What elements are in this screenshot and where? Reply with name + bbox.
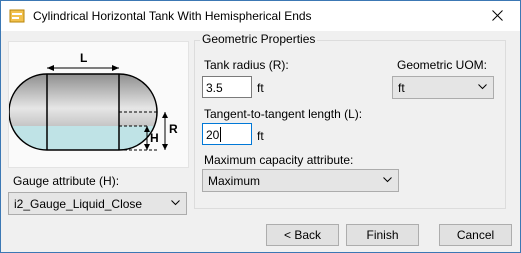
- chevron-down-icon: [383, 177, 392, 183]
- geometric-uom-label: Geometric UOM:: [397, 58, 488, 72]
- geometric-uom-value: ft: [398, 81, 405, 95]
- chevron-down-icon: [171, 200, 180, 206]
- max-capacity-label: Maximum capacity attribute:: [204, 153, 354, 167]
- gauge-attribute-select[interactable]: i2_Gauge_Liquid_Close: [8, 192, 187, 215]
- tank-diagram: L H R: [8, 41, 189, 168]
- cancel-button[interactable]: Cancel: [439, 224, 512, 246]
- tangent-length-input[interactable]: 20: [202, 123, 252, 145]
- tank-radius-input[interactable]: 3.5: [202, 76, 252, 98]
- chevron-down-icon: [478, 84, 487, 90]
- tangent-length-value: 20: [206, 128, 220, 142]
- max-capacity-value: Maximum: [208, 174, 261, 188]
- tangent-length-unit: ft: [257, 129, 264, 143]
- finish-button[interactable]: Finish: [346, 224, 419, 246]
- tank-radius-value: 3.5: [206, 81, 223, 95]
- close-icon: [492, 10, 503, 21]
- dialog-window: Cylindrical Horizontal Tank With Hemisph…: [0, 0, 521, 253]
- tank-liquid: [9, 126, 157, 150]
- back-button[interactable]: < Back: [266, 224, 339, 246]
- geometric-properties-title: Geometric Properties: [200, 32, 318, 46]
- max-capacity-select[interactable]: Maximum: [202, 169, 399, 192]
- window-title: Cylindrical Horizontal Tank With Hemisph…: [33, 9, 312, 23]
- tank-radius-unit: ft: [257, 81, 264, 95]
- title-bar: Cylindrical Horizontal Tank With Hemisph…: [1, 1, 520, 31]
- close-button[interactable]: [475, 1, 520, 31]
- app-icon: [9, 8, 25, 24]
- geometric-uom-select[interactable]: ft: [392, 76, 494, 99]
- text-caret: [220, 127, 221, 142]
- tank-radius-label: Tank radius (R):: [204, 58, 289, 72]
- diagram-radius-label: R: [169, 122, 178, 136]
- gauge-attribute-value: i2_Gauge_Liquid_Close: [14, 197, 143, 211]
- gauge-attribute-label: Gauge attribute (H):: [13, 174, 120, 188]
- tangent-length-label: Tangent-to-tangent length (L):: [204, 107, 363, 121]
- diagram-length-label: L: [80, 51, 87, 65]
- tank-diagram-drawing: L H R: [8, 51, 178, 151]
- diagram-height-label: H: [150, 131, 159, 145]
